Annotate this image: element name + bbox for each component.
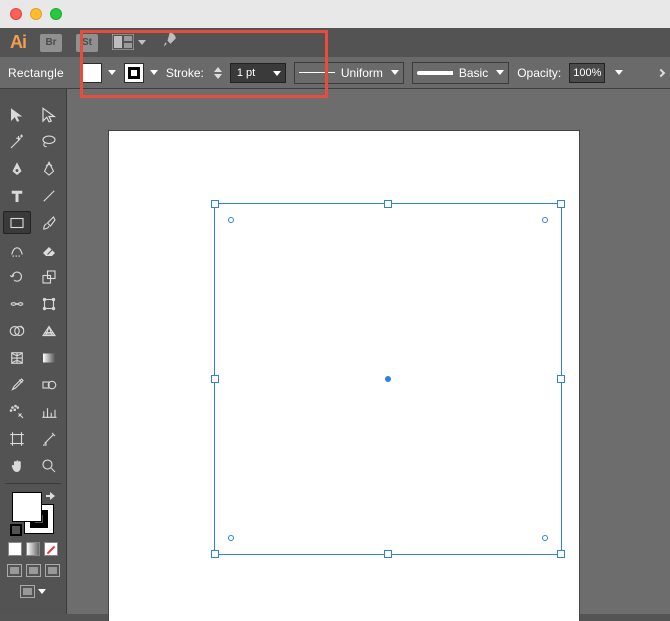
artboard-tool[interactable]: [3, 427, 31, 450]
draw-normal-button[interactable]: [7, 564, 22, 577]
width-tool[interactable]: [3, 292, 31, 315]
shape-builder-tool[interactable]: [3, 319, 31, 342]
titlebar: [0, 0, 670, 28]
fill-dropdown-icon[interactable]: [108, 70, 116, 75]
more-options-icon[interactable]: [657, 68, 665, 76]
stock-button[interactable]: St: [76, 34, 98, 52]
brush-label: Basic: [459, 66, 488, 80]
selection-center-icon: [385, 376, 391, 382]
opacity-dropdown-icon[interactable]: [615, 70, 623, 75]
opacity-field[interactable]: 100%: [569, 63, 605, 83]
tools-panel: [0, 89, 67, 614]
direct-selection-tool[interactable]: [35, 103, 63, 126]
magic-wand-tool[interactable]: [3, 130, 31, 153]
arrange-documents-button[interactable]: [112, 34, 146, 52]
selection-tool[interactable]: [3, 103, 31, 126]
chevron-down-icon: [273, 71, 281, 76]
brush-definition[interactable]: Basic: [412, 62, 509, 84]
bridge-button[interactable]: Br: [40, 34, 62, 52]
chevron-down-icon: [38, 589, 46, 594]
perspective-grid-tool[interactable]: [35, 319, 63, 342]
draw-inside-button[interactable]: [45, 564, 60, 577]
default-fill-stroke-icon[interactable]: [10, 524, 22, 536]
selection-type-label: Rectangle: [8, 66, 64, 80]
window-close-button[interactable]: [10, 8, 22, 20]
step-down-icon[interactable]: [214, 74, 222, 79]
symbol-sprayer-tool[interactable]: [3, 400, 31, 423]
fill-swatch-large[interactable]: [12, 492, 42, 522]
step-up-icon[interactable]: [214, 67, 222, 72]
rotate-tool[interactable]: [3, 265, 31, 288]
window-maximize-button[interactable]: [50, 8, 62, 20]
variable-width-profile[interactable]: Uniform: [294, 62, 404, 84]
chevron-down-icon: [496, 70, 504, 75]
fill-stroke-swatches[interactable]: [12, 492, 54, 534]
screen-mode-button[interactable]: [20, 585, 46, 598]
paintbrush-tool[interactable]: [35, 211, 63, 234]
rectangle-tool[interactable]: [3, 211, 31, 234]
profile-label: Uniform: [341, 66, 383, 80]
chevron-down-icon: [391, 70, 399, 75]
fill-swatch[interactable]: [82, 63, 102, 83]
opacity-label: Opacity:: [517, 66, 561, 80]
stroke-weight-field[interactable]: 1 pt: [230, 63, 286, 83]
type-tool[interactable]: [3, 184, 31, 207]
stroke-dropdown-icon[interactable]: [150, 70, 158, 75]
column-graph-tool[interactable]: [35, 400, 63, 423]
none-mode-button[interactable]: [44, 542, 58, 556]
chevron-down-icon: [138, 40, 146, 45]
window-minimize-button[interactable]: [30, 8, 42, 20]
selected-rectangle[interactable]: [214, 203, 562, 555]
slice-tool[interactable]: [35, 427, 63, 450]
scale-tool[interactable]: [35, 265, 63, 288]
color-modes: [8, 542, 58, 556]
gpu-performance-button[interactable]: [160, 31, 178, 54]
app-menubar: Ai Br St: [0, 28, 670, 57]
free-transform-tool[interactable]: [35, 292, 63, 315]
hand-tool[interactable]: [3, 454, 31, 477]
stroke-label: Stroke:: [166, 66, 204, 80]
canvas-area[interactable]: [67, 89, 670, 614]
swap-fill-stroke-icon[interactable]: [44, 490, 56, 508]
gradient-tool[interactable]: [35, 346, 63, 369]
color-mode-button[interactable]: [8, 542, 22, 556]
stroke-weight-stepper[interactable]: [214, 67, 222, 79]
shaper-tool[interactable]: [3, 238, 31, 261]
blend-tool[interactable]: [35, 373, 63, 396]
lasso-tool[interactable]: [35, 130, 63, 153]
line-segment-tool[interactable]: [35, 184, 63, 207]
zoom-tool[interactable]: [35, 454, 63, 477]
gradient-mode-button[interactable]: [26, 542, 40, 556]
eraser-tool[interactable]: [35, 238, 63, 261]
pen-tool[interactable]: [3, 157, 31, 180]
draw-modes: [7, 564, 60, 577]
draw-behind-button[interactable]: [26, 564, 41, 577]
stroke-swatch[interactable]: [124, 63, 144, 83]
illustrator-logo: Ai: [10, 32, 26, 53]
eyedropper-tool[interactable]: [3, 373, 31, 396]
artboard[interactable]: [109, 131, 579, 621]
mesh-tool[interactable]: [3, 346, 31, 369]
workspace: ✕ Untitled-1* @ 100% (RGB/GPU Preview): [0, 89, 670, 614]
curvature-tool[interactable]: [35, 157, 63, 180]
stroke-weight-value: 1 pt: [237, 67, 255, 79]
control-bar: Rectangle Stroke: 1 pt Uniform Basic Opa…: [0, 57, 670, 89]
